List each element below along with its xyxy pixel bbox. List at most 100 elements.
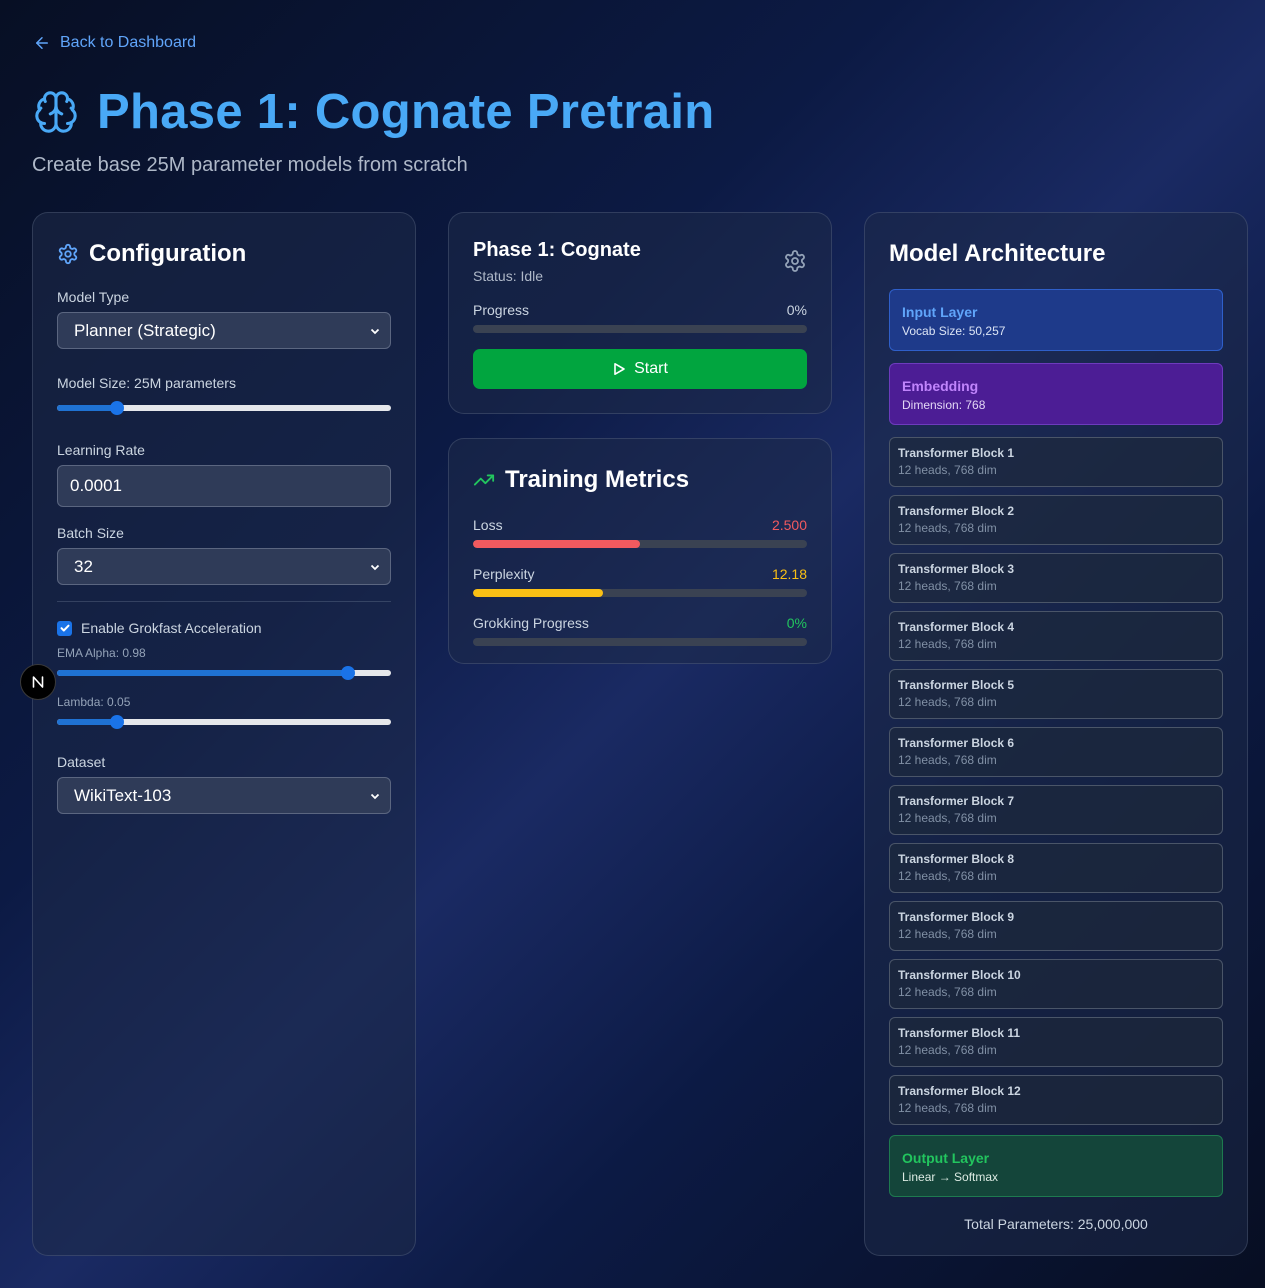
- progress-row: Progress 0%: [473, 302, 807, 318]
- output-layer-title: Output Layer: [902, 1150, 990, 1166]
- model-type-value: Planner (Strategic): [74, 320, 216, 340]
- embedding-title: Embedding: [902, 378, 979, 394]
- grokfast-checkbox[interactable]: [57, 620, 72, 636]
- loss-value: 2.500: [771, 517, 807, 533]
- perplexity-label: Perplexity: [473, 566, 535, 582]
- gear-icon: [58, 243, 78, 265]
- learning-rate-input[interactable]: 0.0001: [57, 465, 391, 507]
- loss-metric: Loss 2.500: [473, 517, 807, 548]
- input-layer-box: Input Layer Vocab Size: 50,257: [889, 289, 1223, 351]
- back-to-dashboard-link[interactable]: Back to Dashboard: [33, 34, 196, 52]
- grokking-value: 0%: [786, 615, 807, 631]
- ema-alpha-slider[interactable]: [57, 665, 391, 681]
- total-parameters: Total Parameters: 25,000,000: [964, 1216, 1148, 1232]
- model-type-label: Model Type: [57, 289, 130, 305]
- block-sub: 12 heads, 768 dim: [898, 869, 997, 883]
- transformer-block: Transformer Block 4 12 heads, 768 dim: [889, 611, 1223, 661]
- divider: [57, 601, 391, 602]
- transformer-blocks: Transformer Block 1 12 heads, 768 dim Tra…: [889, 437, 1223, 1125]
- block-title: Transformer Block 9: [898, 910, 1015, 924]
- lambda-slider[interactable]: [57, 714, 391, 730]
- batch-size-label: Batch Size: [57, 525, 124, 541]
- slider-thumb[interactable]: [340, 666, 355, 680]
- model-size-label: Model Size: 25M parameters: [57, 375, 236, 391]
- start-button[interactable]: Start: [473, 349, 807, 389]
- slider-thumb[interactable]: [110, 401, 125, 415]
- brain-icon: [35, 91, 77, 133]
- loss-label: Loss: [473, 517, 503, 533]
- start-label: Start: [634, 360, 668, 377]
- block-sub: 12 heads, 768 dim: [898, 1043, 997, 1057]
- back-label: Back to Dashboard: [60, 34, 197, 51]
- input-layer-title: Input Layer: [902, 304, 978, 320]
- transformer-block: Transformer Block 3 12 heads, 768 dim: [889, 553, 1223, 603]
- block-title: Transformer Block 3: [898, 562, 1015, 576]
- batch-size-select[interactable]: 32: [57, 548, 391, 585]
- grokfast-toggle-row: Enable Grokfast Acceleration: [57, 620, 391, 636]
- transformer-block: Transformer Block 2 12 heads, 768 dim: [889, 495, 1223, 545]
- arrow-left-icon: [36, 37, 48, 49]
- page-title: Phase 1: Cognate Pretrain: [97, 85, 715, 139]
- slider-thumb[interactable]: [110, 715, 125, 729]
- dataset-label: Dataset: [57, 754, 106, 770]
- loss-bar: [473, 540, 807, 548]
- learning-rate-value: 0.0001: [70, 476, 122, 495]
- transformer-block: Transformer Block 6 12 heads, 768 dim: [889, 727, 1223, 777]
- block-sub: 12 heads, 768 dim: [898, 463, 997, 477]
- phase-status: Status: Idle: [473, 268, 544, 284]
- dataset-select[interactable]: WikiText-103: [57, 777, 391, 814]
- lambda-label: Lambda: 0.05: [57, 695, 131, 709]
- block-title: Transformer Block 1: [898, 446, 1015, 460]
- slider-fill: [57, 670, 348, 676]
- block-title: Transformer Block 11: [898, 1026, 1021, 1040]
- page-subtitle: Create base 25M parameter models from sc…: [32, 154, 468, 176]
- training-metrics-panel: Training Metrics Loss 2.500 Perplexity 1…: [448, 438, 832, 664]
- embedding-sub: Dimension: 768: [902, 398, 986, 412]
- block-title: Transformer Block 5: [898, 678, 1015, 692]
- phase-title: Phase 1: Cognate: [473, 239, 641, 261]
- grokking-metric: Grokking Progress 0%: [473, 615, 807, 646]
- block-sub: 12 heads, 768 dim: [898, 753, 997, 767]
- architecture-title: Model Architecture: [889, 240, 1106, 267]
- transformer-block: Transformer Block 9 12 heads, 768 dim: [889, 901, 1223, 951]
- ema-alpha-label: EMA Alpha: 0.98: [57, 646, 146, 660]
- transformer-block: Transformer Block 10 12 heads, 768 dim: [889, 959, 1223, 1009]
- progress-bar: [473, 325, 807, 333]
- block-sub: 12 heads, 768 dim: [898, 927, 997, 941]
- transformer-block: Transformer Block 12 12 heads, 768 dim: [889, 1075, 1223, 1125]
- block-sub: 12 heads, 768 dim: [898, 637, 997, 651]
- play-icon: [614, 363, 625, 375]
- chevron-down-icon: [370, 328, 380, 334]
- model-type-select[interactable]: Planner (Strategic): [57, 312, 391, 349]
- progress-label: Progress: [473, 302, 530, 318]
- model-architecture-panel: Model Architecture Input Layer Vocab Siz…: [864, 212, 1248, 1256]
- block-title: Transformer Block 10: [898, 968, 1021, 982]
- slider-fill: [57, 719, 118, 725]
- output-layer-sub: Linear → Softmax: [902, 1170, 999, 1184]
- batch-size-value: 32: [74, 556, 93, 576]
- block-title: Transformer Block 2: [898, 504, 1015, 518]
- configuration-panel: Configuration Model Type Planner (Strate…: [32, 212, 416, 1256]
- block-sub: 12 heads, 768 dim: [898, 985, 997, 999]
- block-title: Transformer Block 7: [898, 794, 1015, 808]
- perplexity-bar-fill: [473, 589, 604, 597]
- configuration-header: Configuration: [57, 239, 391, 269]
- block-sub: 12 heads, 768 dim: [898, 1101, 997, 1115]
- embedding-box: Embedding Dimension: 768: [889, 363, 1223, 425]
- architecture-header: Model Architecture: [889, 239, 1223, 269]
- grokking-label: Grokking Progress: [473, 615, 589, 631]
- chevron-down-icon: [370, 564, 380, 570]
- model-size-slider[interactable]: [57, 400, 391, 416]
- nextjs-dev-badge[interactable]: [20, 664, 56, 700]
- perplexity-metric: Perplexity 12.18: [473, 566, 807, 597]
- block-sub: 12 heads, 768 dim: [898, 811, 997, 825]
- gear-icon[interactable]: [783, 249, 807, 273]
- training-metrics-title: Training Metrics: [505, 466, 690, 493]
- grokking-bar: [473, 638, 807, 646]
- phase-control-panel: Phase 1: Cognate Status: Idle Progress 0…: [448, 212, 832, 414]
- loss-bar-fill: [473, 540, 640, 548]
- block-sub: 12 heads, 768 dim: [898, 695, 997, 709]
- grokfast-label: Enable Grokfast Acceleration: [81, 620, 262, 636]
- transformer-block: Transformer Block 7 12 heads, 768 dim: [889, 785, 1223, 835]
- transformer-block: Transformer Block 1 12 heads, 768 dim: [889, 437, 1223, 487]
